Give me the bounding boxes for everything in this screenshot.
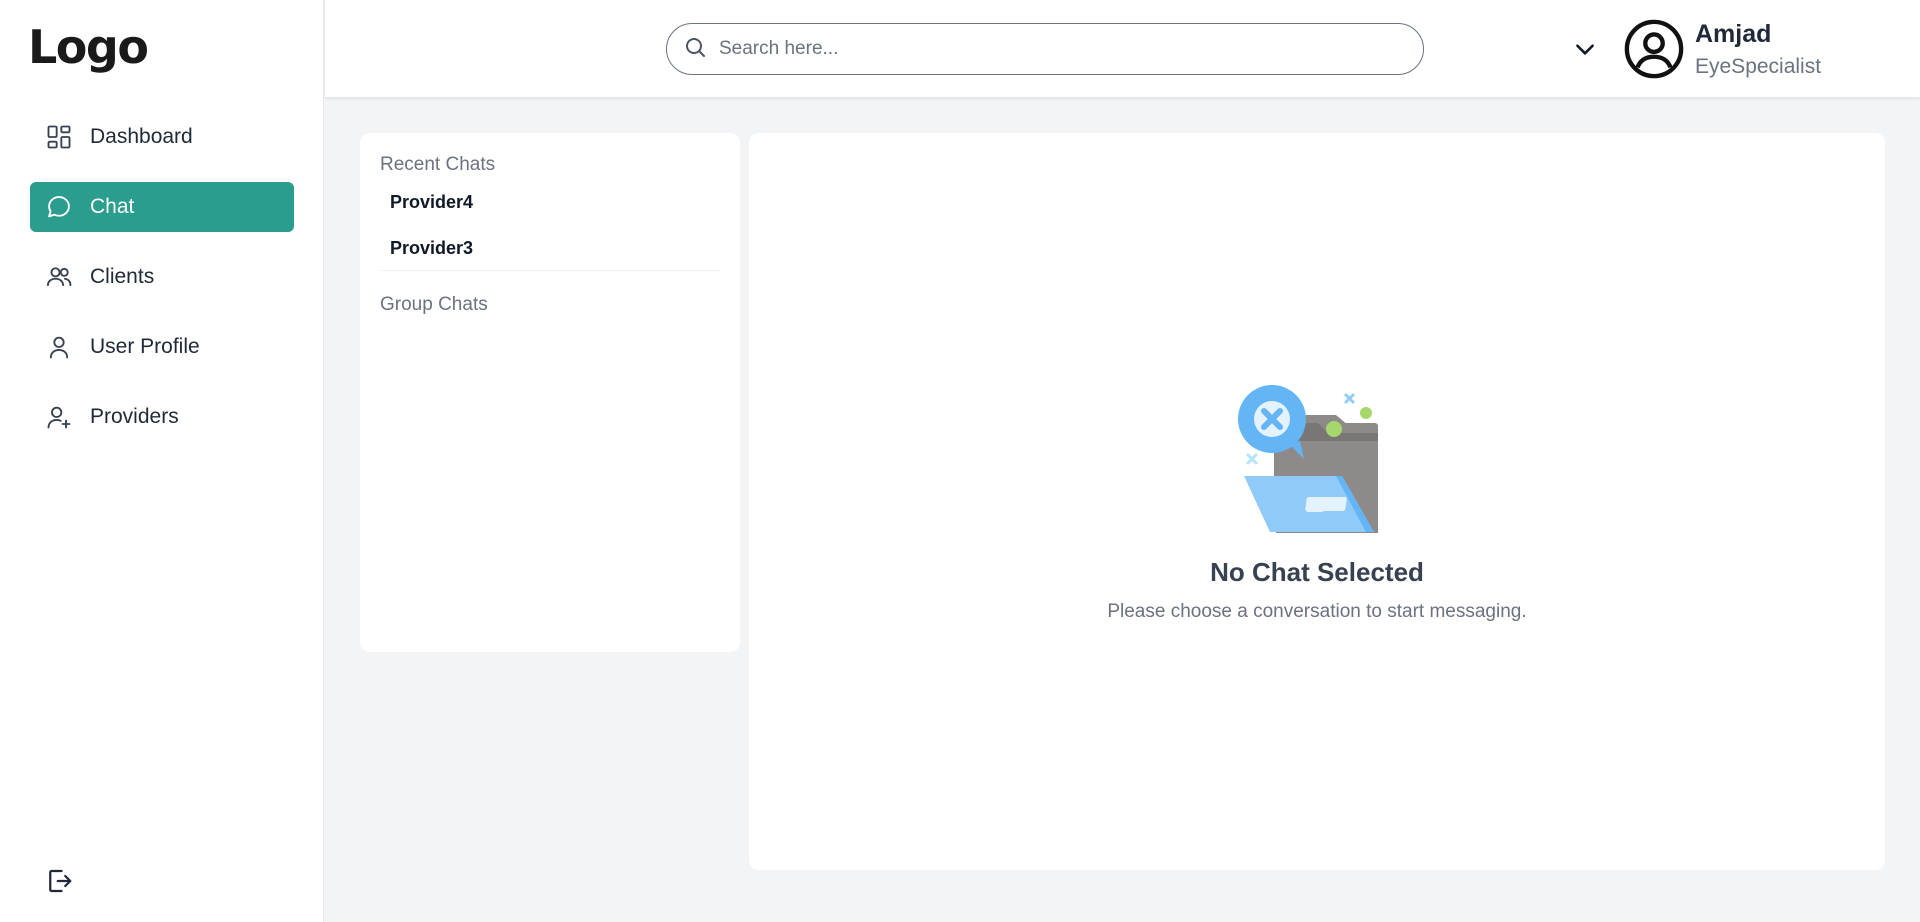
no-chat-illustration: [1234, 383, 1404, 533]
sidebar-item-label: User Profile: [90, 335, 200, 358]
sidebar-item-label: Chat: [90, 195, 135, 218]
recent-chats-heading: Recent Chats: [380, 154, 496, 175]
search-icon: [683, 35, 707, 64]
sidebar-item-chat[interactable]: Chat: [30, 182, 294, 232]
divider: [380, 270, 720, 271]
chevron-down-icon[interactable]: [1572, 36, 1598, 62]
chat-list-panel: Recent Chats Provider4 Provider3 Group C…: [360, 133, 740, 652]
sidebar-item-label: Clients: [90, 265, 155, 288]
sidebar-item-providers[interactable]: Providers: [30, 392, 294, 442]
chat-bubble-icon: [44, 192, 74, 222]
user-menu[interactable]: Amjad EyeSpecialist: [1623, 18, 1913, 82]
sidebar-item-label: Providers: [90, 405, 179, 428]
sidebar-item-dashboard[interactable]: Dashboard: [30, 112, 294, 162]
chat-list-item-provider4[interactable]: Provider4: [390, 192, 473, 213]
sidebar-item-label: Dashboard: [90, 125, 193, 148]
sidebar-nav: Dashboard Chat Clients User Profile Prov…: [30, 112, 294, 462]
sidebar: Logo Dashboard Chat Clients User Profile: [0, 0, 324, 922]
sidebar-item-user-profile[interactable]: User Profile: [30, 322, 294, 372]
chat-area: No Chat Selected Please choose a convers…: [749, 133, 1885, 870]
empty-state-subtitle: Please choose a conversation to start me…: [1107, 601, 1527, 622]
empty-state-title: No Chat Selected: [1210, 557, 1424, 587]
users-icon: [44, 262, 74, 292]
chat-list-item-provider3[interactable]: Provider3: [390, 238, 473, 259]
user-plus-icon: [44, 402, 74, 432]
group-chats-heading: Group Chats: [380, 294, 488, 315]
logo[interactable]: Logo: [28, 20, 149, 74]
dashboard-icon: [44, 122, 74, 152]
user-role: EyeSpecialist: [1695, 55, 1822, 78]
user-icon: [44, 332, 74, 362]
search-bar[interactable]: [666, 23, 1424, 75]
sidebar-item-clients[interactable]: Clients: [30, 252, 294, 302]
top-header: Amjad EyeSpecialist: [325, 0, 1920, 98]
user-name: Amjad: [1695, 20, 1772, 48]
user-avatar-icon: [1623, 18, 1685, 80]
logout-icon[interactable]: [44, 866, 74, 896]
search-input[interactable]: [719, 38, 1379, 60]
